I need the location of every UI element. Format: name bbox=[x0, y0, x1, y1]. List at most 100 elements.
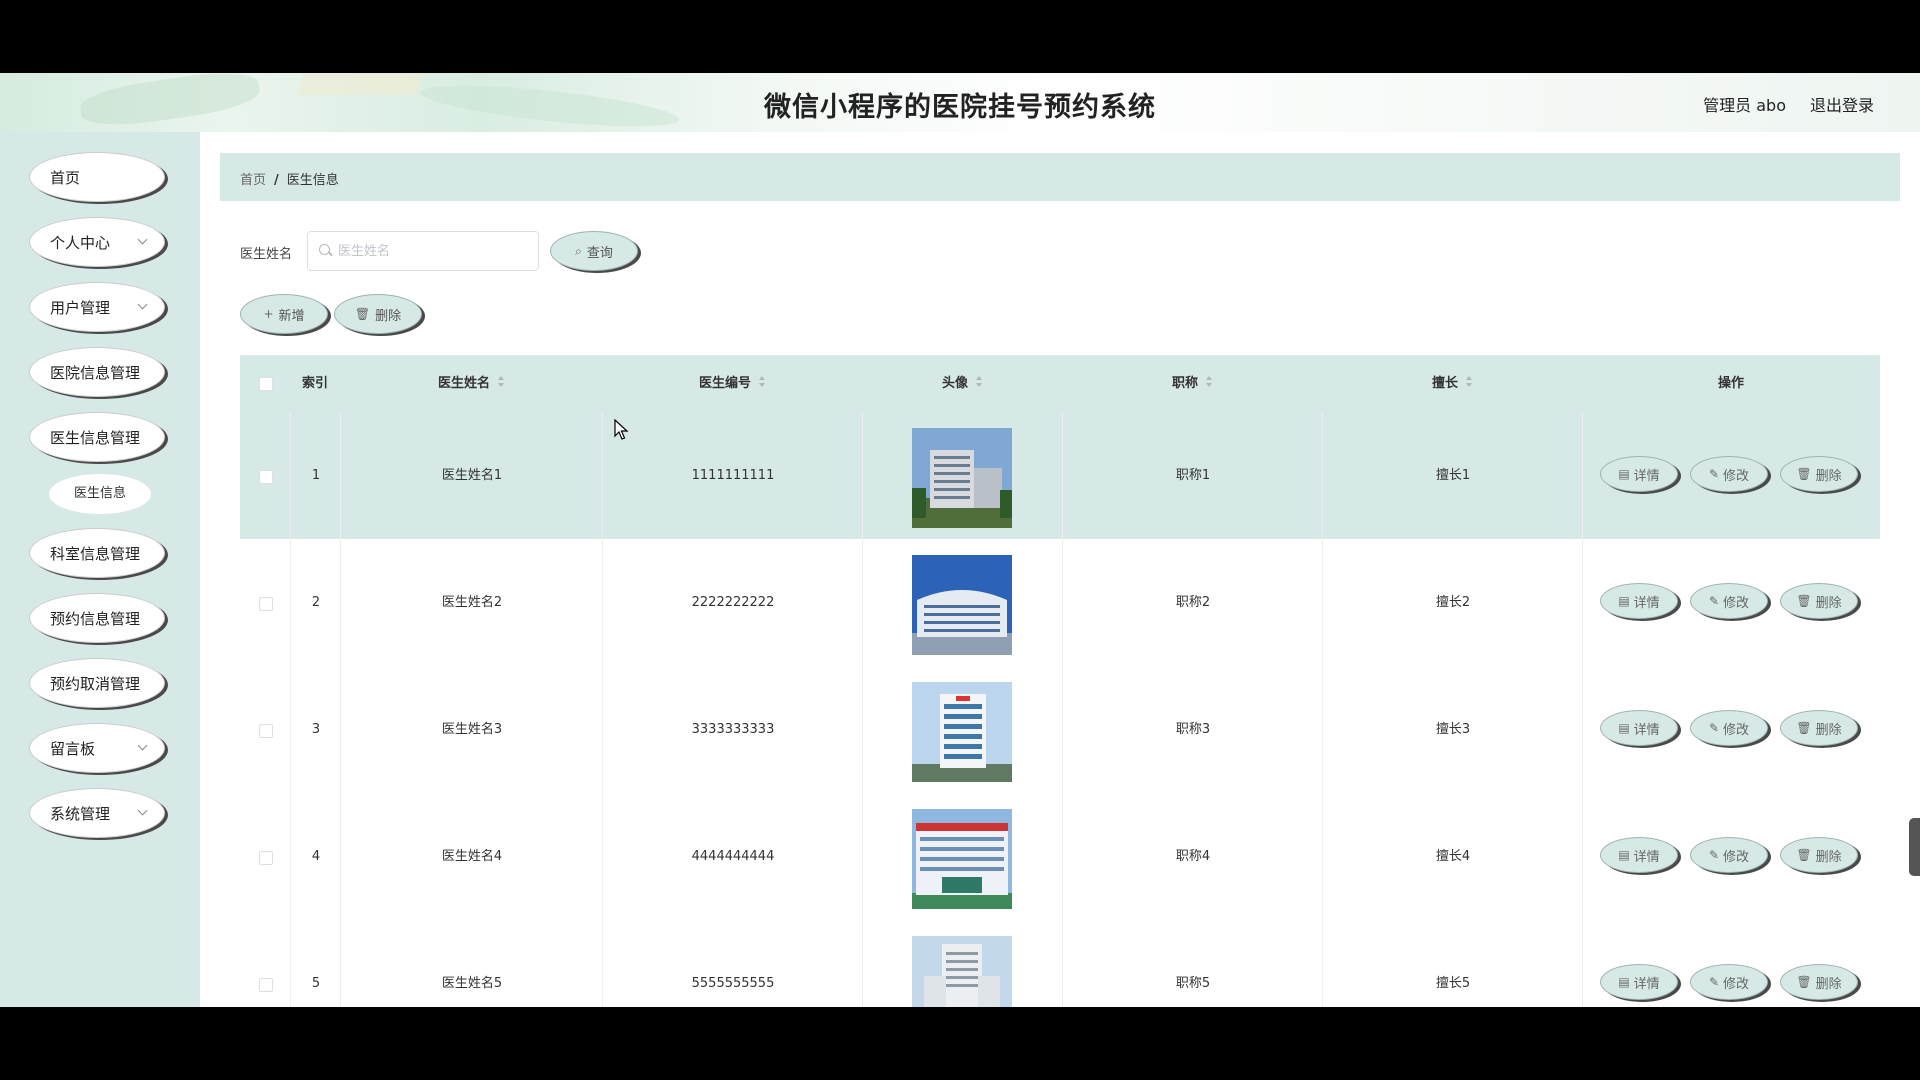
edit-button[interactable]: ✎ 修改 bbox=[1690, 710, 1768, 746]
pencil-icon: ✎ bbox=[1708, 721, 1720, 735]
chevron-down-icon bbox=[137, 740, 148, 751]
breadcrumb-separator: / bbox=[274, 173, 279, 188]
detail-button[interactable]: ▤ 详情 bbox=[1600, 456, 1678, 492]
video-letterbox-bottom bbox=[0, 1007, 1920, 1080]
breadcrumb-home[interactable]: 首页 bbox=[240, 173, 266, 188]
sidebar-item-appointment-cancel[interactable]: 预约取消管理 bbox=[29, 658, 165, 708]
sort-icon bbox=[1206, 376, 1212, 388]
sidebar-item-personal-center[interactable]: 个人中心 bbox=[29, 217, 165, 267]
sidebar-item-doctor-info[interactable]: 医生信息管理 bbox=[29, 412, 165, 462]
current-user: 管理员 abo bbox=[1703, 96, 1786, 115]
cell-index: 3 bbox=[290, 666, 341, 793]
row-checkbox[interactable] bbox=[259, 978, 273, 992]
header-bar: 微信小程序的医院挂号预约系统 管理员 abo 退出登录 bbox=[0, 73, 1920, 135]
sidebar: 首页 个人中心 用户管理 医院信息管理 医生信息管理 医生信息 科室信息管理 预… bbox=[0, 132, 200, 1007]
doctor-table: 索引 医生姓名 医生编号 头像 职称 擅长 操作 1 医生姓名1 1111111… bbox=[240, 355, 1880, 1007]
sidebar-item-home[interactable]: 首页 bbox=[29, 152, 165, 202]
row-checkbox[interactable] bbox=[259, 724, 273, 738]
detail-button[interactable]: ▤ 详情 bbox=[1600, 837, 1678, 873]
cell-code: 2222222222 bbox=[602, 539, 863, 666]
app-title: 微信小程序的医院挂号预约系统 bbox=[764, 92, 1156, 123]
breadcrumb: 首页 / 医生信息 bbox=[240, 169, 339, 188]
sort-icon bbox=[498, 376, 504, 388]
sidebar-subitem-doctor-info[interactable]: 医生信息 bbox=[49, 474, 151, 514]
row-checkbox[interactable] bbox=[259, 851, 273, 865]
sidebar-item-label: 留言板 bbox=[50, 740, 96, 758]
column-header-avatar[interactable]: 头像 bbox=[862, 355, 1062, 412]
sidebar-item-label: 预约取消管理 bbox=[50, 675, 141, 693]
sidebar-item-label: 首页 bbox=[50, 169, 81, 187]
table-row: 5 医生姓名5 5555555555 职称5 擅长5 ▤ 详情 ✎ 修改 🗑︎ 删除 bbox=[240, 920, 1880, 1007]
delete-button[interactable]: 🗑︎ 删除 bbox=[1780, 710, 1858, 746]
column-header-title[interactable]: 职称 bbox=[1062, 355, 1322, 412]
sidebar-item-department-info[interactable]: 科室信息管理 bbox=[29, 528, 165, 578]
trash-icon: 🗑︎ bbox=[1796, 594, 1812, 608]
add-button-label: 新增 bbox=[278, 308, 305, 324]
search-label: 医生姓名 bbox=[240, 247, 293, 262]
doctor-avatar-image bbox=[912, 682, 1012, 782]
column-header-name[interactable]: 医生姓名 bbox=[340, 355, 602, 412]
trash-icon: 🗑︎ bbox=[354, 307, 371, 321]
cell-title: 职称4 bbox=[1062, 793, 1323, 920]
plus-icon: + bbox=[263, 307, 274, 321]
delete-button[interactable]: 🗑︎ 删除 bbox=[1780, 456, 1858, 492]
cell-code: 3333333333 bbox=[602, 666, 863, 793]
detail-button[interactable]: ▤ 详情 bbox=[1600, 583, 1678, 619]
column-header-code[interactable]: 医生编号 bbox=[602, 355, 862, 412]
search-button[interactable]: ⌕ 查询 bbox=[550, 231, 638, 271]
pencil-icon: ✎ bbox=[1708, 975, 1720, 989]
batch-delete-button[interactable]: 🗑︎ 删除 bbox=[334, 294, 422, 334]
cell-name: 医生姓名5 bbox=[340, 920, 603, 1007]
detail-button[interactable]: ▤ 详情 bbox=[1600, 964, 1678, 1000]
delete-button[interactable]: 🗑︎ 删除 bbox=[1780, 964, 1858, 1000]
document-icon: ▤ bbox=[1618, 467, 1630, 481]
cell-name: 医生姓名2 bbox=[340, 539, 603, 666]
sidebar-item-label: 预约信息管理 bbox=[50, 610, 141, 628]
chevron-down-icon bbox=[137, 299, 148, 310]
cell-index: 1 bbox=[290, 412, 341, 539]
table-row: 4 医生姓名4 4444444444 职称4 擅长4 ▤ 详情 ✎ 修改 🗑︎ 删除 bbox=[240, 793, 1880, 921]
trash-icon: 🗑︎ bbox=[1796, 721, 1812, 735]
breadcrumb-bar: 首页 / 医生信息 bbox=[220, 153, 1900, 201]
sidebar-item-label: 系统管理 bbox=[50, 805, 111, 823]
search-icon bbox=[319, 244, 330, 255]
delete-button[interactable]: 🗑︎ 删除 bbox=[1780, 583, 1858, 619]
sort-icon bbox=[759, 376, 765, 388]
scroll-handle[interactable] bbox=[1909, 818, 1920, 876]
delete-button[interactable]: 🗑︎ 删除 bbox=[1780, 837, 1858, 873]
trash-icon: 🗑︎ bbox=[1796, 975, 1812, 989]
select-all-checkbox[interactable] bbox=[259, 377, 273, 391]
document-icon: ▤ bbox=[1618, 721, 1630, 735]
cell-title: 职称3 bbox=[1062, 666, 1323, 793]
chevron-down-icon bbox=[137, 234, 148, 245]
sidebar-item-label: 个人中心 bbox=[50, 234, 111, 252]
row-checkbox[interactable] bbox=[259, 470, 273, 484]
sidebar-item-appointment-info[interactable]: 预约信息管理 bbox=[29, 593, 165, 643]
column-header-index: 索引 bbox=[301, 376, 328, 391]
sidebar-item-message-board[interactable]: 留言板 bbox=[29, 723, 165, 773]
sidebar-item-label: 医生信息管理 bbox=[50, 429, 141, 447]
table-row: 2 医生姓名2 2222222222 职称2 擅长2 ▤ 详情 ✎ 修改 🗑︎ 删除 bbox=[240, 539, 1880, 667]
video-letterbox-top bbox=[0, 0, 1920, 73]
row-checkbox[interactable] bbox=[259, 597, 273, 611]
breadcrumb-current: 医生信息 bbox=[286, 173, 339, 188]
sort-icon bbox=[976, 376, 982, 388]
add-button[interactable]: + 新增 bbox=[240, 294, 328, 334]
cell-title: 职称5 bbox=[1062, 920, 1323, 1007]
logout-link[interactable]: 退出登录 bbox=[1810, 92, 1874, 116]
sidebar-item-label: 科室信息管理 bbox=[50, 545, 141, 563]
edit-button[interactable]: ✎ 修改 bbox=[1690, 964, 1768, 1000]
edit-button[interactable]: ✎ 修改 bbox=[1690, 456, 1768, 492]
cell-specialty: 擅长1 bbox=[1322, 412, 1583, 539]
sidebar-item-hospital-info[interactable]: 医院信息管理 bbox=[29, 347, 165, 397]
edit-button[interactable]: ✎ 修改 bbox=[1690, 583, 1768, 619]
detail-button[interactable]: ▤ 详情 bbox=[1600, 710, 1678, 746]
doctor-name-search-input[interactable] bbox=[307, 231, 539, 271]
pencil-icon: ✎ bbox=[1708, 848, 1720, 862]
table-header: 索引 医生姓名 医生编号 头像 职称 擅长 操作 bbox=[240, 355, 1880, 412]
table-row: 1 医生姓名1 1111111111 职称1 擅长1 ▤ 详情 ✎ 修改 🗑︎ 删除 bbox=[240, 412, 1880, 540]
column-header-specialty[interactable]: 擅长 bbox=[1322, 355, 1582, 412]
sidebar-item-user-management[interactable]: 用户管理 bbox=[29, 282, 165, 332]
sidebar-item-system-management[interactable]: 系统管理 bbox=[29, 788, 165, 838]
edit-button[interactable]: ✎ 修改 bbox=[1690, 837, 1768, 873]
